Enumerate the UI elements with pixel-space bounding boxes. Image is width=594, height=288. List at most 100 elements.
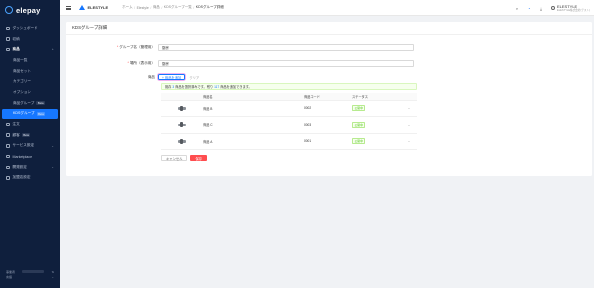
sidebar-item-service-settings[interactable]: サービス設定 ⌄	[0, 141, 60, 152]
selected-count: 3	[172, 84, 175, 89]
column-header-status: ステータス	[352, 93, 408, 101]
chevron-down-icon: ⌄	[51, 143, 54, 148]
add-product-button[interactable]: + 商品を追加	[158, 73, 186, 81]
product-name: 商品 B	[203, 100, 304, 117]
sidebar-item-label: 加盟店設定	[12, 175, 31, 180]
user-menu[interactable]: ELESTYLE ELESTYLE株式会社(テスト)	[550, 4, 590, 12]
code-icon	[6, 165, 10, 170]
sidebar-item-customers[interactable]: 顧客 Beta	[0, 130, 60, 141]
orders-icon	[6, 122, 10, 127]
remaining-count: 117	[214, 84, 220, 89]
sidebar-item-categories[interactable]: カテゴリー	[0, 76, 60, 87]
customers-icon	[6, 133, 10, 137]
account-label: 事業者	[6, 269, 16, 274]
sidebar-item-product-sets[interactable]: 商品セット	[0, 66, 60, 77]
selection-info-alert: 既存 3 商品を選択済みです。残り 117 商品を追加できます。	[161, 83, 417, 90]
sidebar-item-orders[interactable]: 注文	[0, 119, 60, 130]
breadcrumb-current: KDSグループ詳細	[195, 5, 224, 9]
sidebar-footer: 事業者 ⇅ 言語 ⌄	[6, 269, 54, 279]
status-badge: 公開中	[352, 105, 366, 112]
table-header-row: 商品名 商品コード ステータス	[161, 93, 417, 101]
cancel-button[interactable]: キャンセル	[161, 155, 188, 161]
product-table: 商品名 商品コード ステータス 商品 B 0002 公開中 – 商品 C 000…	[161, 93, 417, 150]
dashboard-icon	[6, 26, 10, 31]
column-header-code: 商品コード	[304, 93, 352, 101]
sidebar-item-label: 顧客	[12, 132, 20, 137]
sidebar-item-label: 商品セット	[13, 68, 31, 73]
products-icon	[6, 47, 10, 52]
sidebar-item-products[interactable]: 商品 ⌃	[0, 44, 60, 55]
language-label: 言語	[6, 274, 13, 279]
user-company: ELESTYLE株式会社(テスト)	[556, 8, 590, 12]
column-header-image	[161, 93, 203, 101]
product-thumbnail	[178, 138, 186, 144]
payments-icon	[6, 37, 10, 41]
chevron-down-icon: ⌄	[51, 274, 54, 279]
breadcrumb: ホーム / Elestyle / 商品 / KDSグループ一覧 / KDSグループ詳細	[122, 5, 224, 10]
product-name: 商品 C	[203, 116, 304, 134]
sidebar-item-merchant-settings[interactable]: 加盟店設定	[0, 173, 60, 184]
sidebar-item-label: カテゴリー	[13, 79, 31, 84]
beta-badge: Beta	[36, 101, 46, 106]
table-row: 商品 B 0002 公開中 –	[161, 100, 417, 117]
menu-icon[interactable]	[66, 5, 71, 10]
sidebar-item-label: サービス設定	[12, 143, 35, 148]
beta-badge: Beta	[36, 111, 46, 116]
remove-icon[interactable]: –	[408, 123, 410, 127]
sidebar-nav: ダッシュボード 収納 商品 ⌃ 商品一覧 商品セット カテゴリー オプション 商品…	[0, 23, 60, 183]
kitchen-name-field[interactable]: 厨房	[158, 59, 414, 67]
sidebar-item-label: KDSグループ	[13, 111, 35, 116]
sidebar-item-label: 商品	[12, 47, 20, 52]
kitchen-name-label: *場所（表示用）	[127, 60, 155, 65]
table-row: 商品 A 0001 公開中 –	[161, 133, 417, 150]
group-name-label: *グループ名（管理用）	[116, 44, 155, 49]
sidebar-item-marketplace[interactable]: Marketplace	[0, 151, 60, 162]
group-name-field[interactable]: 厨房	[158, 43, 414, 51]
user-icon	[550, 6, 555, 10]
sidebar-item-payments[interactable]: 収納	[0, 34, 60, 45]
page-title: KDSグループ詳細	[66, 22, 592, 35]
remove-icon[interactable]: –	[408, 139, 410, 143]
sidebar-item-label: 商品一覧	[13, 57, 28, 62]
column-header-actions	[408, 93, 417, 101]
sidebar-item-kds-groups[interactable]: KDSグループ Beta	[2, 108, 58, 120]
breadcrumb-home[interactable]: ホーム	[122, 5, 132, 10]
breadcrumb-shop[interactable]: Elestyle	[137, 6, 149, 10]
sidebar-item-label: 収納	[12, 36, 20, 41]
save-button[interactable]: 保存	[190, 155, 208, 161]
sidebar-item-label: 開発設定	[12, 164, 27, 169]
sidebar-item-options[interactable]: オプション	[0, 87, 60, 98]
sidebar-item-label: 商品グループ	[13, 100, 35, 105]
bell-icon[interactable]: ◔	[527, 6, 531, 11]
product-code: 0003	[304, 116, 352, 134]
chevron-down-icon: ⌄	[51, 165, 54, 170]
service-settings-icon	[6, 144, 10, 148]
sidebar-item-product-list[interactable]: 商品一覧	[0, 55, 60, 66]
marketplace-icon	[6, 154, 10, 159]
sidebar-item-dashboard[interactable]: ダッシュボード	[0, 23, 60, 34]
sidebar-item-label: オプション	[13, 89, 31, 94]
download-icon[interactable]: ⤓	[539, 6, 543, 11]
beta-badge: Beta	[21, 133, 31, 138]
elepay-logo[interactable]: elepay	[0, 2, 60, 18]
language-switcher[interactable]: 言語 ⌄	[6, 274, 54, 279]
sidebar-item-product-groups[interactable]: 商品グループ Beta	[0, 98, 60, 109]
account-name-placeholder	[22, 270, 45, 273]
shop-name: ELESTYLE	[87, 5, 109, 10]
product-code: 0002	[304, 100, 352, 117]
sidebar-item-label: ダッシュボード	[12, 25, 38, 30]
status-badge: 公開中	[352, 121, 366, 128]
top-right-actions: ⌕ ◔ ⤓ ELESTYLE ELESTYLE株式会社(テスト)	[507, 0, 590, 16]
breadcrumb-products[interactable]: 商品	[153, 5, 160, 10]
form-actions: キャンセル 保存	[161, 155, 592, 161]
table-row: 商品 C 0003 公開中 –	[161, 116, 417, 134]
column-header-name: 商品名	[203, 93, 304, 101]
search-icon[interactable]: ⌕	[515, 6, 519, 11]
sidebar-item-label: Marketplace	[12, 154, 33, 159]
sidebar-item-dev-settings[interactable]: 開発設定 ⌄	[0, 162, 60, 173]
kds-group-form: *グループ名（管理用） 厨房 *場所（表示用） 厨房 商品 + 商品を追加 クリ…	[66, 35, 592, 161]
remove-icon[interactable]: –	[408, 106, 410, 110]
product-thumbnail	[178, 122, 186, 128]
breadcrumb-kds-groups[interactable]: KDSグループ一覧	[164, 5, 192, 10]
clear-button[interactable]: クリア	[189, 75, 199, 80]
